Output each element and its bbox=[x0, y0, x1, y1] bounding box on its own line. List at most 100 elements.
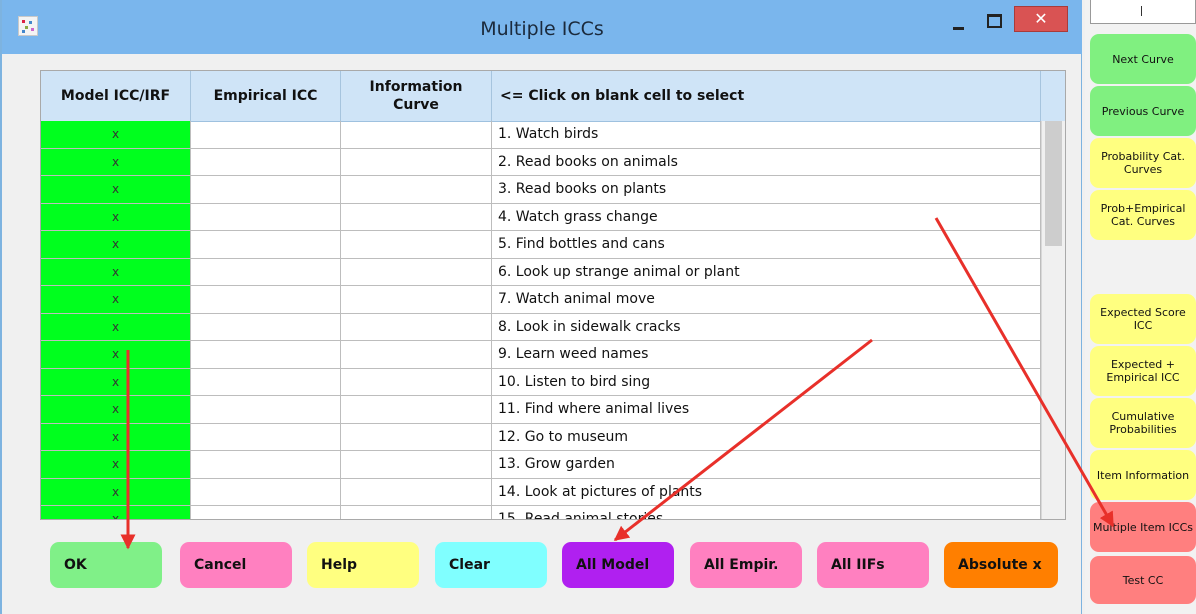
information-curve-cell[interactable] bbox=[341, 423, 492, 451]
table-row: x 6. Look up strange animal or plant bbox=[41, 258, 1041, 286]
item-name-cell: 10. Listen to bird sing bbox=[492, 368, 1041, 396]
table-row: x 7. Watch animal move bbox=[41, 286, 1041, 314]
item-name-cell: 2. Read books on animals bbox=[492, 148, 1041, 176]
table-row: x 1. Watch birds bbox=[41, 121, 1041, 149]
model-icc-cell[interactable]: x bbox=[41, 121, 191, 149]
window-title: Multiple ICCs bbox=[480, 18, 604, 40]
information-curve-cell[interactable] bbox=[341, 231, 492, 259]
information-curve-cell[interactable] bbox=[341, 286, 492, 314]
table-row: x 2. Read books on animals bbox=[41, 148, 1041, 176]
empirical-icc-cell[interactable] bbox=[191, 286, 341, 314]
model-icc-cell[interactable]: x bbox=[41, 423, 191, 451]
empirical-icc-cell[interactable] bbox=[191, 203, 341, 231]
model-icc-cell[interactable]: x bbox=[41, 258, 191, 286]
information-curve-cell[interactable] bbox=[341, 258, 492, 286]
graph-options-sidebar: Next Curve Previous Curve Probability Ca… bbox=[1085, 0, 1196, 614]
scrollbar-thumb[interactable] bbox=[1045, 121, 1062, 246]
test-cc-button[interactable]: Test CC bbox=[1090, 556, 1196, 604]
clear-button[interactable]: Clear bbox=[435, 542, 547, 588]
help-button[interactable]: Help bbox=[307, 542, 419, 588]
information-curve-cell[interactable] bbox=[341, 176, 492, 204]
ok-button[interactable]: OK bbox=[50, 542, 162, 588]
maximize-icon[interactable] bbox=[981, 10, 1007, 36]
model-icc-cell[interactable]: x bbox=[41, 231, 191, 259]
model-icc-cell[interactable]: x bbox=[41, 176, 191, 204]
item-name-cell: 5. Find bottles and cans bbox=[492, 231, 1041, 259]
table-row: x 9. Learn weed names bbox=[41, 341, 1041, 369]
icc-selection-table: Model ICC/IRF Empirical ICC Information … bbox=[40, 70, 1066, 520]
empirical-icc-cell[interactable] bbox=[191, 396, 341, 424]
item-name-cell: 9. Learn weed names bbox=[492, 341, 1041, 369]
empirical-icc-cell[interactable] bbox=[191, 423, 341, 451]
expected-empirical-icc-button[interactable]: Expected + Empirical ICC bbox=[1090, 346, 1196, 396]
sidebar-top-field[interactable] bbox=[1090, 0, 1196, 24]
header-empirical-icc[interactable]: Empirical ICC bbox=[191, 71, 341, 121]
absolute-x-button[interactable]: Absolute x bbox=[944, 542, 1058, 588]
empirical-icc-cell[interactable] bbox=[191, 313, 341, 341]
empirical-icc-cell[interactable] bbox=[191, 176, 341, 204]
information-curve-cell[interactable] bbox=[341, 451, 492, 479]
table-row: x 11. Find where animal lives bbox=[41, 396, 1041, 424]
item-name-cell: 14. Look at pictures of plants bbox=[492, 478, 1041, 506]
model-icc-cell[interactable]: x bbox=[41, 341, 191, 369]
information-curve-cell[interactable] bbox=[341, 368, 492, 396]
empirical-icc-cell[interactable] bbox=[191, 451, 341, 479]
expected-score-icc-button[interactable]: Expected Score ICC bbox=[1090, 294, 1196, 344]
information-curve-cell[interactable] bbox=[341, 396, 492, 424]
model-icc-cell[interactable]: x bbox=[41, 396, 191, 424]
item-name-cell: 8. Look in sidewalk cracks bbox=[492, 313, 1041, 341]
model-icc-cell[interactable]: x bbox=[41, 313, 191, 341]
model-icc-cell[interactable]: x bbox=[41, 148, 191, 176]
item-name-cell: 1. Watch birds bbox=[492, 121, 1041, 149]
previous-curve-button[interactable]: Previous Curve bbox=[1090, 86, 1196, 136]
all-empirical-button[interactable]: All Empir. bbox=[690, 542, 802, 588]
model-icc-cell[interactable]: x bbox=[41, 368, 191, 396]
model-icc-cell[interactable]: x bbox=[41, 203, 191, 231]
item-name-cell: 11. Find where animal lives bbox=[492, 396, 1041, 424]
information-curve-cell[interactable] bbox=[341, 341, 492, 369]
cancel-button[interactable]: Cancel bbox=[180, 542, 292, 588]
next-curve-button[interactable]: Next Curve bbox=[1090, 34, 1196, 84]
table-row: x 5. Find bottles and cans bbox=[41, 231, 1041, 259]
title-bar[interactable]: Multiple ICCs ✕ bbox=[2, 0, 1082, 54]
item-name-cell: 4. Watch grass change bbox=[492, 203, 1041, 231]
vertical-scrollbar[interactable] bbox=[1041, 121, 1065, 519]
empirical-icc-cell[interactable] bbox=[191, 148, 341, 176]
information-curve-cell[interactable] bbox=[341, 121, 492, 149]
empirical-icc-cell[interactable] bbox=[191, 368, 341, 396]
all-model-button[interactable]: All Model bbox=[562, 542, 674, 588]
empirical-icc-cell[interactable] bbox=[191, 478, 341, 506]
prob-empirical-cat-curves-button[interactable]: Prob+Empirical Cat. Curves bbox=[1090, 190, 1196, 240]
header-model-icc[interactable]: Model ICC/IRF bbox=[41, 71, 191, 121]
table-row: x 13. Grow garden bbox=[41, 451, 1041, 479]
minimize-icon[interactable] bbox=[946, 10, 972, 36]
item-name-cell: 7. Watch animal move bbox=[492, 286, 1041, 314]
all-iifs-button[interactable]: All IIFs bbox=[817, 542, 929, 588]
model-icc-cell[interactable]: x bbox=[41, 286, 191, 314]
model-icc-cell[interactable]: x bbox=[41, 451, 191, 479]
information-curve-cell[interactable] bbox=[341, 313, 492, 341]
empirical-icc-cell[interactable] bbox=[191, 506, 341, 519]
item-name-cell: 15. Read animal stories bbox=[492, 506, 1041, 519]
cumulative-probabilities-button[interactable]: Cumulative Probabilities bbox=[1090, 398, 1196, 448]
information-curve-cell[interactable] bbox=[341, 506, 492, 519]
close-icon[interactable]: ✕ bbox=[1014, 6, 1068, 32]
empirical-icc-cell[interactable] bbox=[191, 341, 341, 369]
model-icc-cell[interactable]: x bbox=[41, 478, 191, 506]
table-row: x 14. Look at pictures of plants bbox=[41, 478, 1041, 506]
item-information-button[interactable]: Item Information bbox=[1090, 450, 1196, 500]
information-curve-cell[interactable] bbox=[341, 203, 492, 231]
information-curve-cell[interactable] bbox=[341, 478, 492, 506]
empirical-icc-cell[interactable] bbox=[191, 258, 341, 286]
empirical-icc-cell[interactable] bbox=[191, 121, 341, 149]
model-icc-cell[interactable]: x bbox=[41, 506, 191, 519]
information-curve-cell[interactable] bbox=[341, 148, 492, 176]
item-name-cell: 13. Grow garden bbox=[492, 451, 1041, 479]
table-row: x 8. Look in sidewalk cracks bbox=[41, 313, 1041, 341]
header-information-curve[interactable]: Information Curve bbox=[341, 71, 492, 121]
probability-cat-curves-button[interactable]: Probability Cat. Curves bbox=[1090, 138, 1196, 188]
table-row: x 4. Watch grass change bbox=[41, 203, 1041, 231]
empirical-icc-cell[interactable] bbox=[191, 231, 341, 259]
table-row: x 15. Read animal stories bbox=[41, 506, 1041, 519]
multiple-item-iccs-button[interactable]: Multiple Item ICCs bbox=[1090, 502, 1196, 552]
